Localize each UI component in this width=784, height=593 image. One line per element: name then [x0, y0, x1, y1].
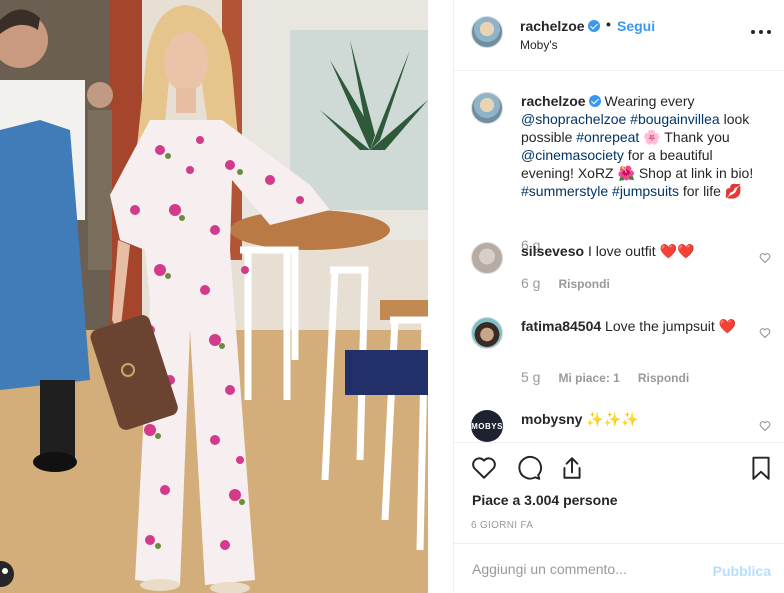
comment-time: 5 g [521, 369, 541, 385]
mention-link[interactable]: @cinemasociety [521, 147, 624, 163]
post-photo[interactable] [0, 0, 428, 593]
comment-content: ✨✨✨ [582, 411, 639, 427]
likes-count[interactable]: Piace a 3.004 persone [472, 492, 618, 508]
verified-badge-icon [587, 20, 600, 32]
comment-time: 6 g [521, 275, 541, 291]
commenter-avatar[interactable] [471, 242, 503, 274]
add-comment-bar: Pubblica [454, 543, 784, 593]
caption-text-segment: for life 💋 [678, 183, 743, 199]
author-avatar[interactable] [471, 16, 503, 48]
commenter-avatar[interactable]: MOBYS [471, 410, 503, 442]
post-actions: Piace a 3.004 persone 6 GIORNI FA [454, 442, 784, 542]
verified-badge-icon [588, 95, 601, 107]
post-location[interactable]: Moby's [520, 38, 558, 52]
caption-text-segment: 🌸 Thank you [639, 129, 730, 145]
share-icon[interactable] [559, 455, 585, 481]
hashtag-link[interactable]: #jumpsuits [612, 183, 679, 199]
caption-text: rachelzoe Wearing every @shoprachelzoe #… [521, 92, 761, 200]
comment-text: fatima84504 Love the jumpsuit ❤️ [521, 317, 761, 335]
caption-author-avatar[interactable] [471, 92, 503, 124]
reply-button[interactable]: Rispondi [638, 371, 689, 385]
commenter-avatar[interactable] [471, 317, 503, 349]
header-separator: • [606, 16, 611, 32]
hashtag-link[interactable]: #summerstyle [521, 183, 608, 199]
commenter-username[interactable]: fatima84504 [521, 318, 601, 334]
comment-like-heart-icon[interactable] [759, 327, 771, 339]
caption-username[interactable]: rachelzoe [521, 93, 586, 109]
comment-content: I love outfit ❤️❤️ [584, 243, 695, 259]
comment-meta: 6 g Rispondi [521, 275, 628, 291]
comment-meta: 5 g Mi piace: 1 Rispondi [521, 369, 707, 385]
comment-icon[interactable] [516, 455, 542, 481]
comments-list[interactable]: rachelzoe Wearing every @shoprachelzoe #… [454, 72, 784, 442]
commenter-username[interactable]: mobysny [521, 411, 582, 427]
hashtag-link[interactable]: #bougainvillea [630, 111, 720, 127]
reply-button[interactable]: Rispondi [558, 277, 609, 291]
author-username-text[interactable]: rachelzoe [520, 18, 585, 34]
comment-content: Love the jumpsuit ❤️ [601, 318, 737, 334]
more-options-icon[interactable] [751, 22, 771, 42]
author-username[interactable]: rachelzoe [520, 18, 600, 34]
add-comment-input[interactable] [472, 557, 697, 581]
mention-link[interactable]: @shoprachelzoe [521, 111, 626, 127]
caption-text-segment: Wearing every [600, 93, 695, 109]
post-header: rachelzoe • Segui Moby's [454, 0, 784, 71]
comment-text: mobysny ✨✨✨ [521, 410, 761, 428]
post-photo-illustration [0, 0, 428, 593]
commenter-username[interactable]: silseveso [521, 243, 584, 259]
post-timestamp: 6 GIORNI FA [471, 520, 534, 531]
comment-like-heart-icon[interactable] [759, 420, 771, 432]
bookmark-icon[interactable] [748, 455, 774, 481]
comment-like-heart-icon[interactable] [759, 252, 771, 264]
post-side-panel: rachelzoe • Segui Moby's rachelzoe Weari… [453, 0, 784, 593]
comment-text: silseveso I love outfit ❤️❤️ [521, 242, 761, 260]
publish-button[interactable]: Pubblica [713, 563, 771, 579]
heart-icon[interactable] [471, 455, 497, 481]
comment-likes-count[interactable]: Mi piace: 1 [558, 371, 619, 385]
follow-button[interactable]: Segui [617, 18, 655, 34]
hashtag-link[interactable]: #onrepeat [576, 129, 639, 145]
